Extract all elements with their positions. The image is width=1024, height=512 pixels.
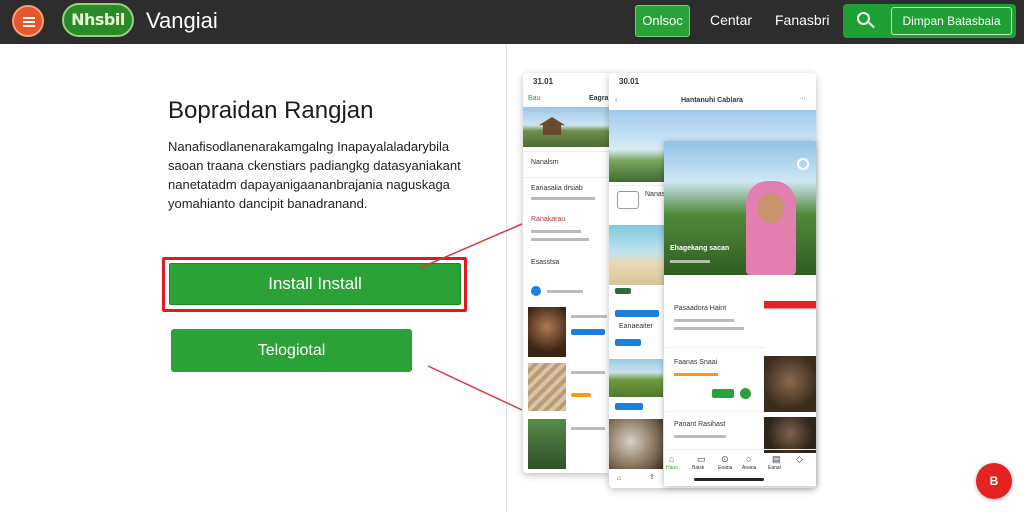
list-item-label[interactable]: Panant Rasihast xyxy=(674,421,725,428)
page-heading: Bopraidan Rangjan xyxy=(168,97,374,124)
screen-title: Eagra xyxy=(589,95,609,102)
menu-icon[interactable] xyxy=(12,5,44,37)
home-indicator xyxy=(694,478,764,481)
status-time: 31.01 xyxy=(533,77,554,86)
page: Nhsbil Vangiai Onlsoc Centar Fanasbri Di… xyxy=(0,0,1024,512)
search-icon[interactable] xyxy=(843,4,889,38)
top-navigation-bar: Nhsbil Vangiai Onlsoc Centar Fanasbri Di… xyxy=(0,0,1024,44)
install-button[interactable]: Install Install xyxy=(169,263,461,305)
search-input[interactable]: Dimpan Batasbaia xyxy=(891,7,1012,35)
tab-label: Eanal xyxy=(768,465,781,471)
tab-list-icon[interactable]: ▤ xyxy=(772,454,781,465)
column-divider xyxy=(506,44,507,512)
status-time: 30.01 xyxy=(619,77,640,86)
floating-action-button[interactable]: B xyxy=(976,463,1012,499)
description-line: Nanafisodlanenarakamgalng Inapayalaladar… xyxy=(168,139,450,154)
tab-profile-icon[interactable]: ◇ xyxy=(796,454,803,465)
list-item-label[interactable]: Ranakarau xyxy=(531,216,565,223)
photo-caption: Ehagekang sacan xyxy=(670,245,730,252)
list-item-label[interactable]: Eanaeaiter xyxy=(619,323,653,330)
textile-photo xyxy=(528,363,566,411)
more-icon[interactable]: ··· xyxy=(799,95,806,102)
home-icon[interactable]: ⌂ xyxy=(617,475,621,482)
back-link[interactable]: Bau xyxy=(528,95,540,102)
tab-explore-icon[interactable]: ⊙ xyxy=(721,454,729,465)
man-portrait-photo xyxy=(764,356,816,412)
tab-bag-icon[interactable]: ▭ xyxy=(697,454,706,465)
description-line: saoan traana ckenstiars padiangkg datasy… xyxy=(168,158,461,173)
logo[interactable]: Nhsbil xyxy=(62,3,134,37)
list-item-label[interactable]: Nanalsm xyxy=(531,159,559,166)
rice-field-photo xyxy=(609,359,663,397)
nav-item-active[interactable]: Onlsoc xyxy=(635,5,690,37)
description-line: yomahianto dancipit banadranand. xyxy=(168,196,368,211)
brand-name: Vangiai xyxy=(146,8,218,33)
list-item-label[interactable]: Pasaadora Haint xyxy=(674,305,726,312)
search-group: Dimpan Batasbaia xyxy=(843,4,1016,38)
list-item-label[interactable]: Eanasalia drsiab xyxy=(531,185,583,192)
card-icon xyxy=(617,191,639,209)
description-line: nanetatadm dapayanigaananbrajania nagusk… xyxy=(168,177,450,192)
phone-screenshot-left: 31.01 Bau Eagra Nanalsm Eanasalia drsiab… xyxy=(523,73,613,473)
zoom-icon[interactable] xyxy=(797,158,809,170)
promo-thumb xyxy=(764,301,816,339)
tab-label: Eoana xyxy=(718,465,733,471)
tab-chat-icon[interactable]: ○ xyxy=(746,454,751,464)
nav-item-fanasbri[interactable]: Fanasbri xyxy=(775,12,829,28)
back-icon[interactable]: ‹ xyxy=(615,97,617,104)
portrait-thumb xyxy=(764,417,816,453)
forest-photo xyxy=(528,419,566,469)
share-icon[interactable]: ⇪ xyxy=(649,473,655,481)
woman-portrait-photo xyxy=(664,141,816,275)
tab-label: Hano xyxy=(666,465,678,471)
tab-home-icon[interactable]: ⌂ xyxy=(669,454,674,464)
nav-item-centar[interactable]: Centar xyxy=(710,12,752,28)
tab-label: Anana xyxy=(742,465,757,471)
portrait-photo xyxy=(528,307,566,357)
annotation-arrows xyxy=(419,223,523,411)
house-photo xyxy=(523,107,613,147)
list-item-label[interactable]: Esasstsa xyxy=(531,259,559,266)
page-description: Nanafisodlanenarakamgalng Inapayalaladar… xyxy=(168,137,478,213)
tab-label: Baisk xyxy=(692,465,705,471)
screen-title: Hantanuhi Cablara xyxy=(681,97,743,104)
elder-portrait-photo xyxy=(609,419,663,469)
feature-card: Ehagekang sacan Pasaadora Haint Faanas S… xyxy=(664,141,816,486)
secondary-button[interactable]: Telogiotal xyxy=(171,329,412,372)
beach-photo xyxy=(609,225,665,285)
arrow-line xyxy=(427,365,523,411)
list-item-label[interactable]: Faanas Snaai xyxy=(674,359,717,366)
